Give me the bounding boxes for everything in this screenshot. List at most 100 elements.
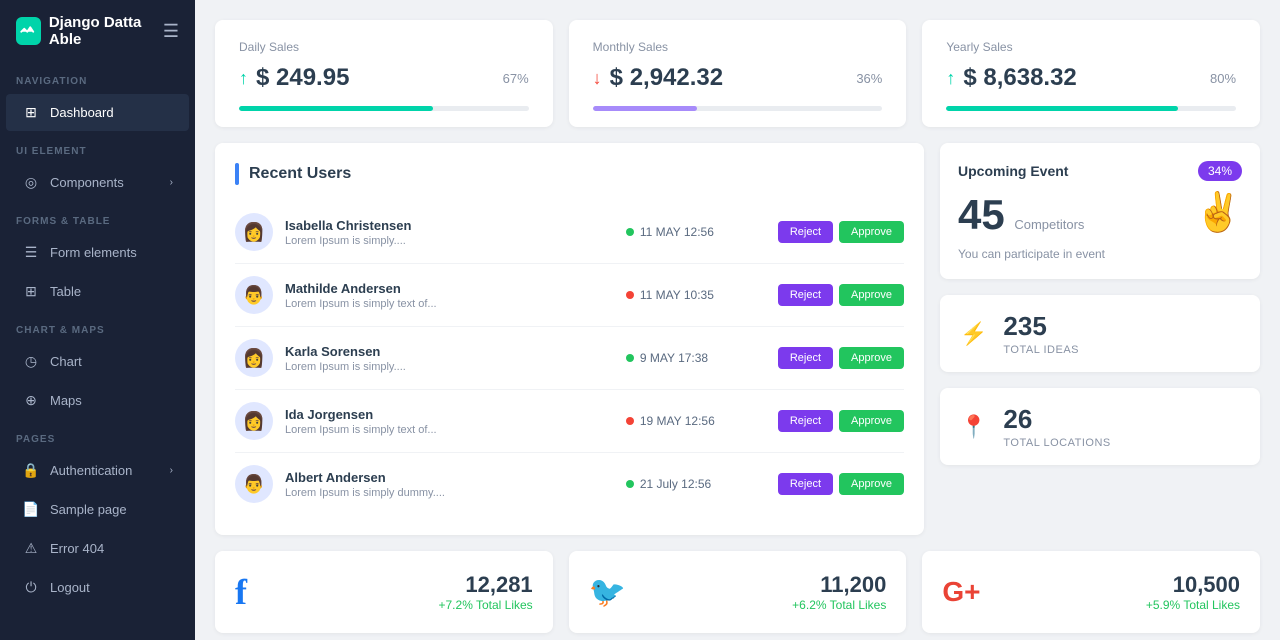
right-panel: Upcoming Event 34% 45 Competitors You ca… <box>940 143 1260 535</box>
total-locations-card: 📍 26 TOTAL LOCATIONS <box>940 388 1260 465</box>
facebook-card: f 12,281 +7.2% Total Likes <box>215 551 553 633</box>
twitter-change: +6.2% Total Likes <box>642 598 886 612</box>
user-info: Isabella Christensen Lorem Ipsum is simp… <box>285 218 614 247</box>
facebook-icon: f <box>235 571 247 613</box>
stat-title-monthly: Monthly Sales <box>593 40 883 54</box>
total-ideas-card: ⚡ 235 TOTAL IDEAS <box>940 295 1260 372</box>
sidebar-item-logout[interactable]: ⏻ Logout <box>6 569 189 606</box>
twitter-icon: 🐦 <box>589 575 626 610</box>
sidebar-label-dashboard: Dashboard <box>50 105 173 120</box>
user-actions: Reject Approve <box>778 347 904 369</box>
arrow-down-monthly: ↓ <box>593 68 602 89</box>
sidebar-toggle[interactable]: ☰ <box>163 21 179 42</box>
approve-button[interactable]: Approve <box>839 473 904 495</box>
user-date: 9 MAY 17:38 <box>626 351 766 365</box>
sidebar-item-authentication[interactable]: 🔒 Authentication › <box>6 452 189 489</box>
social-row: f 12,281 +7.2% Total Likes 🐦 11,200 +6.2… <box>215 551 1260 633</box>
sidebar-label-components: Components <box>50 175 160 190</box>
google-plus-icon: G+ <box>942 576 980 608</box>
file-icon: ☰ <box>22 244 40 261</box>
google-card: G+ 10,500 +5.9% Total Likes <box>922 551 1260 633</box>
avatar: 👨 <box>235 276 273 314</box>
user-info: Karla Sorensen Lorem Ipsum is simply.... <box>285 344 614 373</box>
approve-button[interactable]: Approve <box>839 410 904 432</box>
user-date: 19 MAY 12:56 <box>626 414 766 428</box>
status-dot <box>626 228 634 236</box>
user-name: Mathilde Andersen <box>285 281 614 296</box>
total-ideas-number: 235 <box>1003 311 1079 342</box>
status-dot <box>626 291 634 299</box>
approve-button[interactable]: Approve <box>839 284 904 306</box>
twitter-card: 🐦 11,200 +6.2% Total Likes <box>569 551 907 633</box>
home-icon: ⊞ <box>22 104 40 121</box>
stat-value-daily: $ 249.95 <box>256 64 349 92</box>
sidebar-item-components[interactable]: ◎ Components › <box>6 164 189 201</box>
google-count: 10,500 <box>996 572 1240 598</box>
sidebar: Django Datta Able ☰ Navigation ⊞ Dashboa… <box>0 0 195 640</box>
status-dot <box>626 354 634 362</box>
user-desc: Lorem Ipsum is simply.... <box>285 361 614 373</box>
user-actions: Reject Approve <box>778 221 904 243</box>
approve-button[interactable]: Approve <box>839 221 904 243</box>
reject-button[interactable]: Reject <box>778 284 833 306</box>
user-desc: Lorem Ipsum is simply text of... <box>285 298 614 310</box>
user-desc: Lorem Ipsum is simply text of... <box>285 424 614 436</box>
map-icon: ⊕ <box>22 392 40 409</box>
sidebar-item-form-elements[interactable]: ☰ Form elements <box>6 234 189 271</box>
reject-button[interactable]: Reject <box>778 473 833 495</box>
upcoming-competitors: Competitors <box>1014 217 1084 232</box>
reject-button[interactable]: Reject <box>778 347 833 369</box>
lock-icon: 🔒 <box>22 462 40 479</box>
location-pin-icon: 📍 <box>960 414 987 440</box>
status-dot <box>626 417 634 425</box>
stat-title-daily: Daily Sales <box>239 40 529 54</box>
brand-icon <box>16 17 41 45</box>
stat-card-monthly: Monthly Sales ↓ $ 2,942.32 36% <box>569 20 907 127</box>
stat-bar-fill-yearly <box>946 106 1178 111</box>
sidebar-label-maps: Maps <box>50 393 173 408</box>
sidebar-item-maps[interactable]: ⊕ Maps <box>6 382 189 419</box>
reject-button[interactable]: Reject <box>778 410 833 432</box>
google-change: +5.9% Total Likes <box>996 598 1240 612</box>
power-icon: ⏻ <box>22 579 40 596</box>
user-list: 👩 Isabella Christensen Lorem Ipsum is si… <box>235 201 904 515</box>
table-row: 👨 Albert Andersen Lorem Ipsum is simply … <box>235 453 904 515</box>
avatar: 👩 <box>235 402 273 440</box>
victory-icon: ✌️ <box>1195 191 1242 235</box>
stat-bar-fill-monthly <box>593 106 697 111</box>
sidebar-item-table[interactable]: ⊞ Table <box>6 273 189 310</box>
table-row: 👨 Mathilde Andersen Lorem Ipsum is simpl… <box>235 264 904 327</box>
stat-cards-row: Daily Sales ↑ $ 249.95 67% Monthly Sales… <box>215 20 1260 127</box>
sidebar-item-dashboard[interactable]: ⊞ Dashboard <box>6 94 189 131</box>
stat-value-yearly: $ 8,638.32 <box>963 64 1076 92</box>
user-info: Ida Jorgensen Lorem Ipsum is simply text… <box>285 407 614 436</box>
facebook-stats: 12,281 +7.2% Total Likes <box>263 572 533 612</box>
upcoming-title: Upcoming Event <box>958 163 1068 179</box>
user-name: Ida Jorgensen <box>285 407 614 422</box>
stat-pct-yearly: 80% <box>1210 71 1236 86</box>
stat-card-yearly: Yearly Sales ↑ $ 8,638.32 80% <box>922 20 1260 127</box>
upcoming-header: Upcoming Event 34% <box>958 161 1242 181</box>
upcoming-pct-badge: 34% <box>1198 161 1242 181</box>
sidebar-item-error-404[interactable]: ⚠ Error 404 <box>6 530 189 567</box>
sidebar-item-chart[interactable]: ◷ Chart <box>6 343 189 380</box>
sidebar-section-forms: Forms & Table <box>0 202 195 233</box>
doc-icon: 📄 <box>22 501 40 518</box>
avatar: 👩 <box>235 339 273 377</box>
sidebar-section-ui: UI Element <box>0 132 195 163</box>
recent-users-title: Recent Users <box>249 165 351 183</box>
reject-button[interactable]: Reject <box>778 221 833 243</box>
approve-button[interactable]: Approve <box>839 347 904 369</box>
table-row: 👩 Ida Jorgensen Lorem Ipsum is simply te… <box>235 390 904 453</box>
user-date: 11 MAY 12:56 <box>626 225 766 239</box>
sidebar-brand: Django Datta Able ☰ <box>0 0 195 62</box>
total-locations-label: TOTAL LOCATIONS <box>1003 437 1110 449</box>
user-name: Karla Sorensen <box>285 344 614 359</box>
stat-card-daily: Daily Sales ↑ $ 249.95 67% <box>215 20 553 127</box>
stat-bar-daily <box>239 106 529 111</box>
upcoming-desc: You can participate in event <box>958 247 1105 261</box>
user-actions: Reject Approve <box>778 284 904 306</box>
chevron-right-icon-auth: › <box>170 465 173 476</box>
sidebar-item-sample-page[interactable]: 📄 Sample page <box>6 491 189 528</box>
sidebar-label-logout: Logout <box>50 580 173 595</box>
